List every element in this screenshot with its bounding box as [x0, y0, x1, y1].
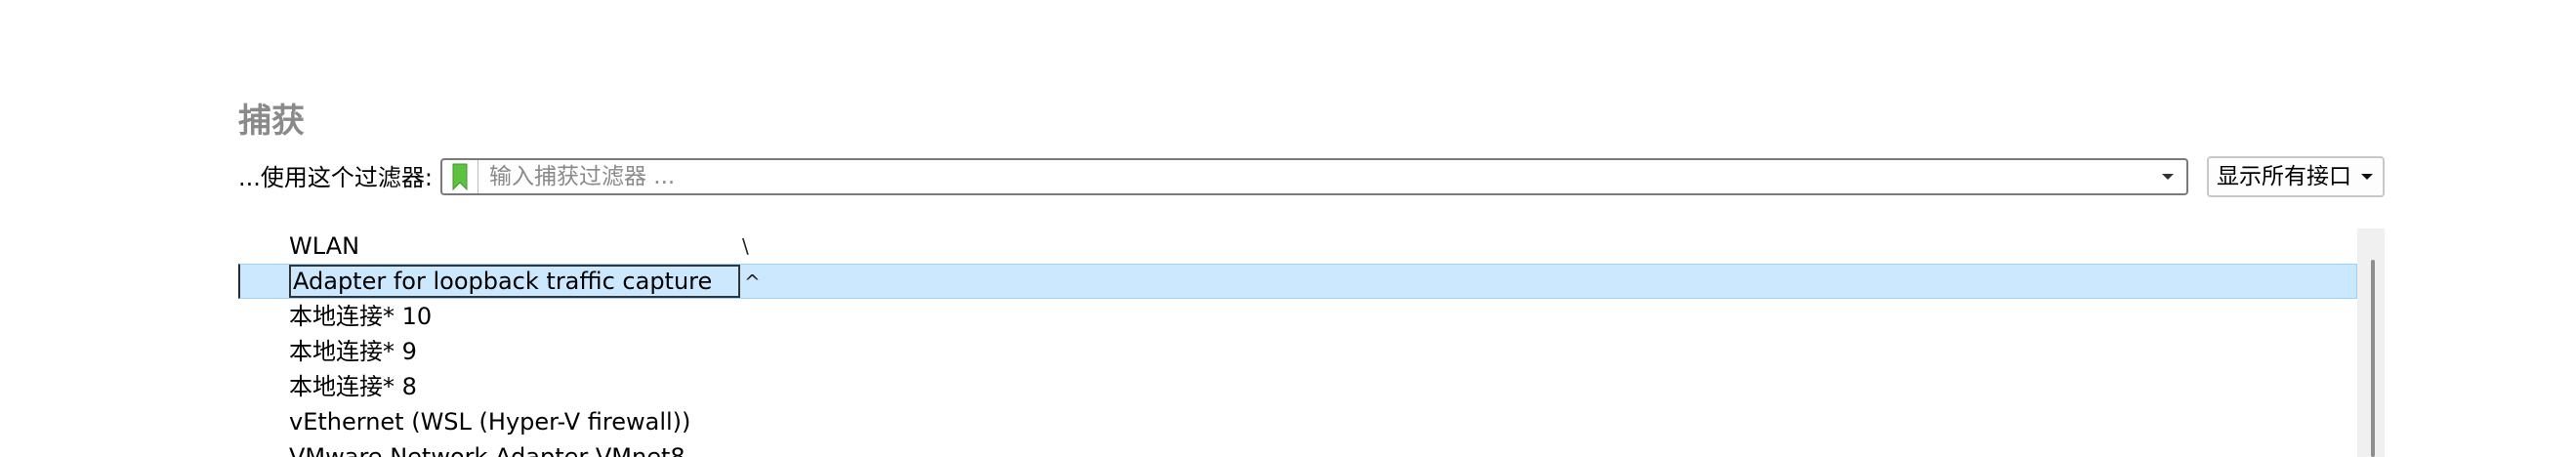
capture-filter-label: ...使用这个过滤器: [238, 164, 433, 191]
interface-name: vEthernet (WSL (Hyper-V firewall)) [289, 408, 691, 436]
show-all-interfaces-label: 显示所有接口 [2217, 164, 2351, 189]
filter-history-dropdown[interactable] [2153, 160, 2182, 193]
interface-row[interactable]: VMware Network Adapter VMnet8 [238, 439, 2357, 457]
interface-name: 本地连接* 8 [289, 373, 417, 400]
chevron-down-icon [2162, 174, 2174, 180]
bookmark-icon [452, 163, 468, 190]
interface-row[interactable]: vEthernet (WSL (Hyper-V firewall)) [238, 404, 2357, 439]
capture-section-title: 捕获 [238, 102, 305, 141]
interface-row-selected[interactable]: Adapter for loopback traffic capture ^ [238, 264, 2357, 299]
interface-name: 本地连接* 9 [289, 338, 417, 365]
caret-down-icon [2359, 158, 2375, 195]
filter-bookmark-button[interactable] [442, 160, 478, 193]
capture-page: 捕获 ...使用这个过滤器: 显示所有接口 WLAN \ Adapter f [0, 0, 2576, 457]
interface-list[interactable]: WLAN \ Adapter for loopback traffic capt… [238, 228, 2385, 457]
interface-row[interactable]: 本地连接* 9 [238, 334, 2357, 369]
interface-row[interactable]: WLAN \ [238, 228, 2357, 264]
interface-sparkline: \ [742, 234, 749, 258]
interface-row[interactable]: 本地连接* 8 [238, 369, 2357, 404]
interface-sparkline: ^ [744, 270, 761, 294]
interface-name: 本地连接* 10 [289, 303, 433, 330]
interface-name: WLAN [289, 232, 360, 260]
show-all-interfaces-button[interactable]: 显示所有接口 [2207, 156, 2385, 197]
interface-name: VMware Network Adapter VMnet8 [289, 443, 686, 457]
capture-filter-field[interactable] [440, 158, 2188, 195]
interface-row[interactable]: 本地连接* 10 [238, 299, 2357, 334]
capture-filter-input[interactable] [483, 160, 2136, 193]
interface-name: Adapter for loopback traffic capture [289, 265, 740, 298]
list-scrollbar-thumb[interactable] [2371, 260, 2375, 457]
